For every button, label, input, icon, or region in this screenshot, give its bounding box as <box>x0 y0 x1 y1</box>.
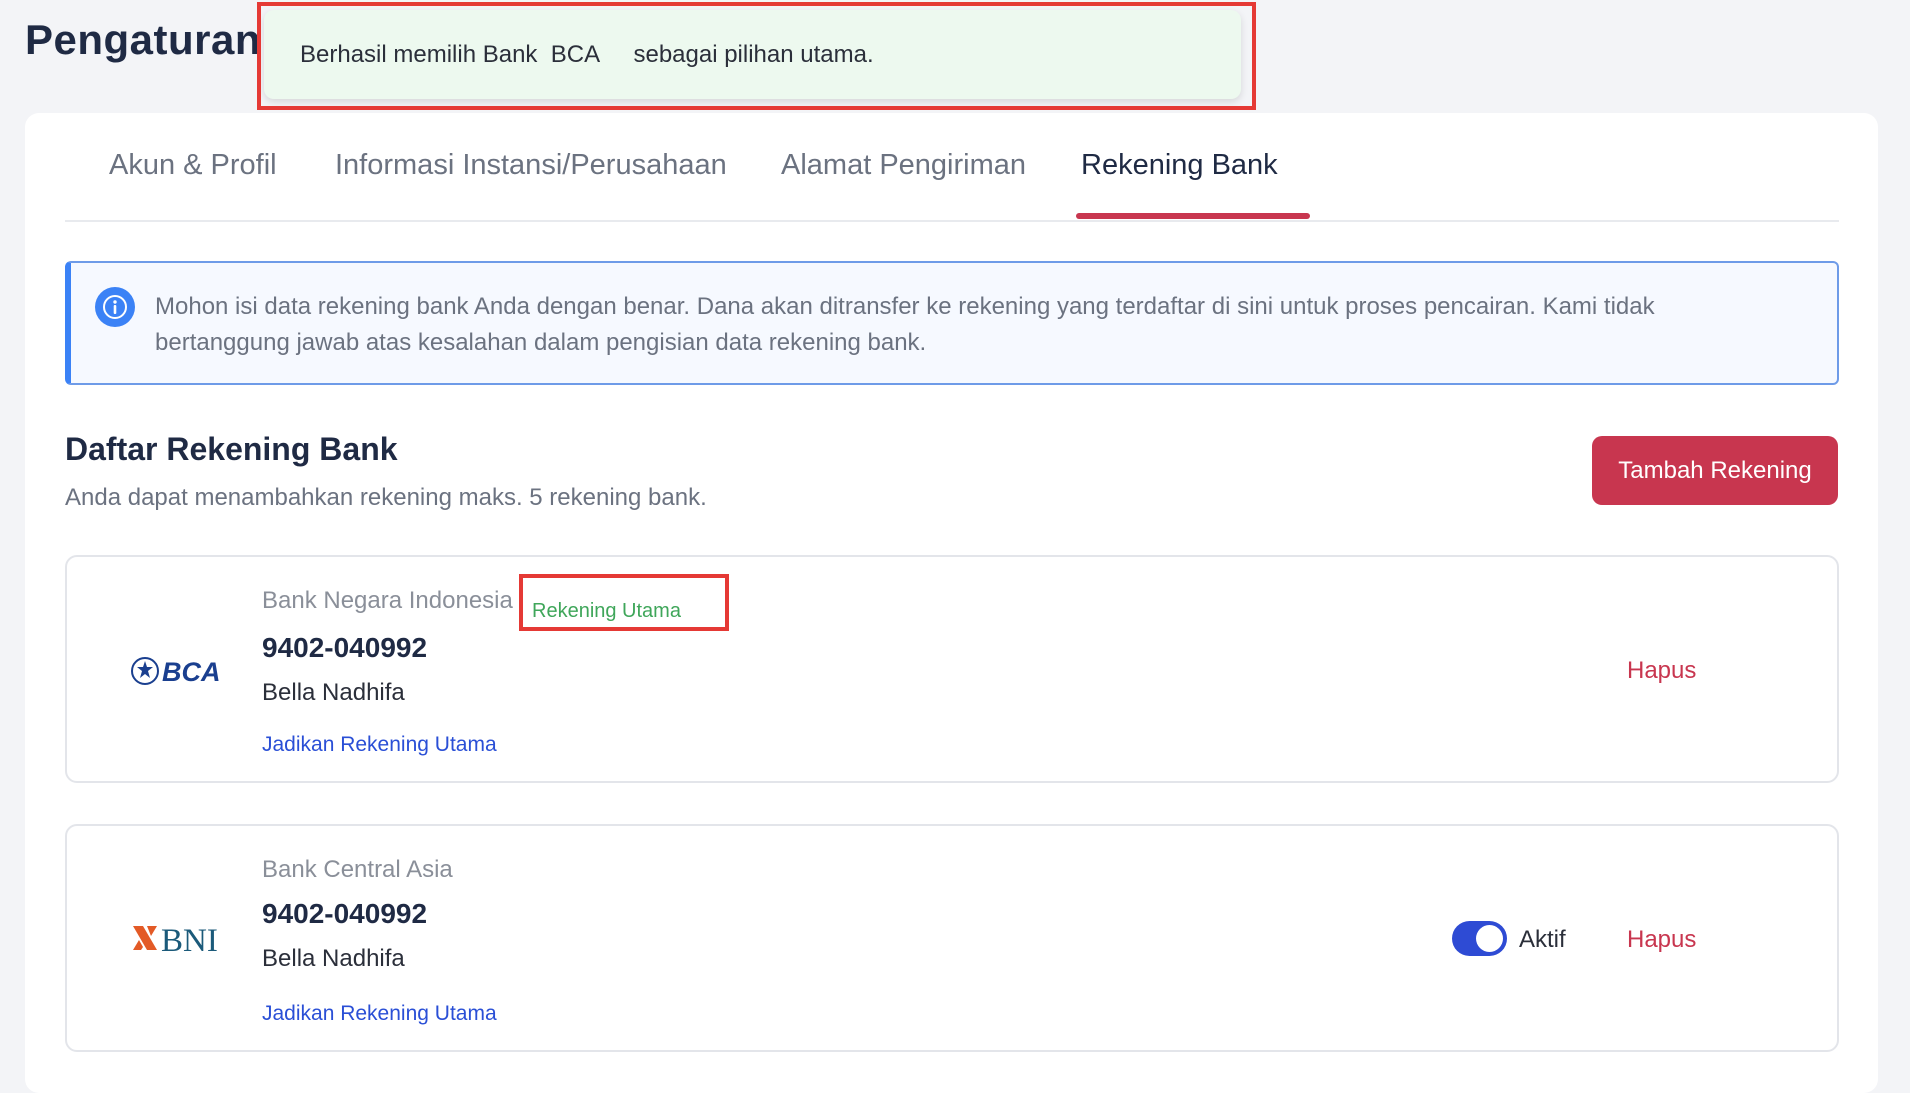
account-holder: Bella Nadhifa <box>262 945 405 972</box>
section-title: Daftar Rekening Bank <box>65 431 398 467</box>
active-tab-indicator <box>1076 213 1310 219</box>
make-primary-link[interactable]: Jadikan Rekening Utama <box>262 733 497 757</box>
bank-name: Bank Negara Indonesia <box>262 587 513 614</box>
account-holder: Bella Nadhifa <box>262 679 405 706</box>
page-title: Pengaturan <box>25 16 262 63</box>
info-line-2: bertanggung jawab atas kesalahan dalam p… <box>155 329 927 356</box>
account-number: 9402-040992 <box>262 632 428 663</box>
bca-logo: BCA <box>131 653 221 694</box>
info-box: Mohon isi data rekening bank Anda dengan… <box>65 261 1839 385</box>
section-subtitle: Anda dapat menambahkan rekening maks. 5 … <box>65 484 707 511</box>
info-text: Mohon isi data rekening bank Anda dengan… <box>155 289 1815 361</box>
delete-button[interactable]: Hapus <box>1627 926 1696 954</box>
bank-account-card: BCA Bank Negara Indonesia Rekening Utama… <box>65 555 1839 783</box>
tab-bar: Akun & Profil Informasi Instansi/Perusah… <box>65 113 1839 222</box>
add-account-button[interactable]: Tambah Rekening <box>1592 436 1838 505</box>
bank-name: Bank Central Asia <box>262 856 453 883</box>
toggle-label: Aktif <box>1519 926 1566 953</box>
info-icon <box>95 287 135 327</box>
make-primary-link[interactable]: Jadikan Rekening Utama <box>262 1002 497 1026</box>
account-number: 9402-040992 <box>262 898 428 929</box>
toast-highlight <box>257 2 1256 110</box>
tab-rekening-bank[interactable]: Rekening Bank <box>1081 149 1278 182</box>
tab-alamat-pengiriman[interactable]: Alamat Pengiriman <box>781 149 1026 182</box>
settings-card: Akun & Profil Informasi Instansi/Perusah… <box>25 113 1878 1093</box>
bni-logo: BNI <box>131 920 226 961</box>
badge-highlight <box>519 574 729 631</box>
delete-button[interactable]: Hapus <box>1627 657 1696 685</box>
toggle-knob <box>1476 925 1503 952</box>
svg-text:BCA: BCA <box>162 657 221 687</box>
tab-informasi-instansi[interactable]: Informasi Instansi/Perusahaan <box>335 149 727 182</box>
active-toggle[interactable] <box>1452 921 1507 956</box>
bank-account-card: BNI Bank Central Asia 9402-040992 Bella … <box>65 824 1839 1052</box>
svg-text:BNI: BNI <box>161 923 218 956</box>
info-line-1: Mohon isi data rekening bank Anda dengan… <box>155 293 1655 320</box>
tab-akun-profil[interactable]: Akun & Profil <box>109 149 277 182</box>
